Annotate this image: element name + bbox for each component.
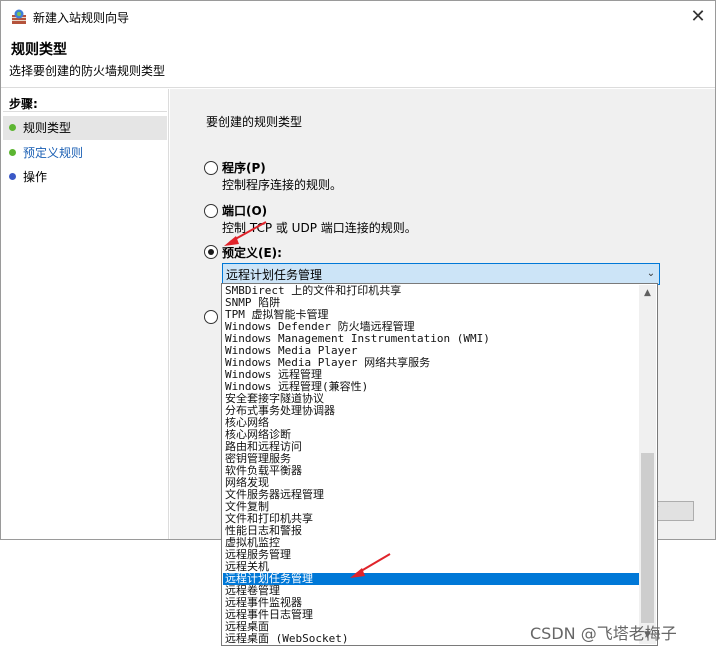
window-title: 新建入站规则向导 xyxy=(33,11,130,25)
dropdown-items: SMBDirect 上的文件和打印机共享 SNMP 陷阱 TPM 虚拟智能卡管理 Wi… xyxy=(223,285,639,644)
step-status-dot-icon xyxy=(9,149,16,156)
predefined-radio[interactable] xyxy=(204,245,218,259)
program-option-desc: 控制程序连接的规则。 xyxy=(222,178,343,192)
program-radio[interactable] xyxy=(204,161,218,175)
dropdown-option[interactable]: 远程关机 xyxy=(223,561,639,573)
step-label: 预定义规则 xyxy=(23,146,84,160)
scrollbar-thumb[interactable] xyxy=(641,453,654,623)
dropdown-option[interactable]: Windows 远程管理(兼容性) xyxy=(223,381,639,393)
annotation-arrow-icon xyxy=(224,221,267,246)
dropdown-option[interactable]: 软件负载平衡器 xyxy=(223,465,639,477)
page-subtitle: 选择要创建的防火墙规则类型 xyxy=(9,64,166,78)
dropdown-option[interactable]: TPM 虚拟智能卡管理 xyxy=(223,309,639,321)
port-radio[interactable] xyxy=(204,204,218,218)
chevron-down-icon[interactable]: ⌄ xyxy=(644,264,658,284)
dropdown-option[interactable]: 虚拟机监控 xyxy=(223,537,639,549)
program-option-label[interactable]: 程序(P) xyxy=(222,159,266,176)
dropdown-option[interactable]: Windows Defender 防火墙远程管理 xyxy=(223,321,639,333)
dropdown-option[interactable]: Windows 远程管理 xyxy=(223,369,639,381)
dropdown-option[interactable]: 分布式事务处理协调器 xyxy=(223,405,639,417)
dropdown-option[interactable]: 核心网络诊断 xyxy=(223,429,639,441)
dropdown-option[interactable]: 远程卷管理 xyxy=(223,585,639,597)
firewall-app-icon xyxy=(12,9,26,24)
dropdown-option[interactable]: 远程服务管理 xyxy=(223,549,639,561)
dropdown-option[interactable]: Windows Media Player 网络共享服务 xyxy=(223,357,639,369)
dropdown-option[interactable]: 路由和远程访问 xyxy=(223,441,639,453)
dropdown-option[interactable]: SNMP 陷阱 xyxy=(223,297,639,309)
watermark: CSDN @飞塔老梅子 xyxy=(530,624,677,643)
dropdown-option[interactable]: 性能日志和警报 xyxy=(223,525,639,537)
dropdown-option[interactable]: Windows Management Instrumentation (WMI) xyxy=(223,333,639,345)
dropdown-scrollbar[interactable]: ▲ ▼ xyxy=(639,285,656,644)
dropdown-option[interactable]: 文件服务器远程管理 xyxy=(223,489,639,501)
predefined-rules-dropdown[interactable]: SMBDirect 上的文件和打印机共享 SNMP 陷阱 TPM 虚拟智能卡管理 Wi… xyxy=(221,283,658,646)
dropdown-option[interactable]: 密钥管理服务 xyxy=(223,453,639,465)
steps-title: 步骤: xyxy=(9,97,38,111)
combobox-value: 远程计划任务管理 xyxy=(226,268,323,282)
dropdown-option[interactable]: 网络发现 xyxy=(223,477,639,489)
wizard-header: 规则类型 选择要创建的防火墙规则类型 xyxy=(1,33,715,88)
divider xyxy=(3,111,167,112)
dropdown-option[interactable]: 文件复制 xyxy=(223,501,639,513)
dropdown-option[interactable]: 远程计划任务管理 xyxy=(223,573,639,585)
dropdown-option[interactable]: 安全套接字隧道协议 xyxy=(223,393,639,405)
custom-radio[interactable] xyxy=(204,310,218,324)
close-button[interactable]: ✕ xyxy=(683,3,713,31)
step-status-dot-icon xyxy=(9,124,16,131)
scroll-up-icon[interactable]: ▲ xyxy=(639,285,656,302)
rule-type-prompt: 要创建的规则类型 xyxy=(206,115,303,129)
title-bar: 新建入站规则向导 ✕ xyxy=(1,1,715,33)
step-action[interactable]: 操作 xyxy=(3,165,167,189)
annotation-arrow-icon xyxy=(350,553,391,578)
dropdown-option[interactable]: SMBDirect 上的文件和打印机共享 xyxy=(223,285,639,297)
steps-sidebar: 步骤: 规则类型 预定义规则 操作 xyxy=(1,89,169,539)
page-title: 规则类型 xyxy=(11,42,67,58)
dropdown-option[interactable]: 文件和打印机共享 xyxy=(223,513,639,525)
step-label: 规则类型 xyxy=(23,121,72,135)
step-rule-type[interactable]: 规则类型 xyxy=(3,116,167,140)
dropdown-option[interactable]: 远程事件监视器 xyxy=(223,597,639,609)
predefined-rule-combobox[interactable]: 远程计划任务管理 ⌄ xyxy=(222,263,660,285)
dropdown-option[interactable]: Windows Media Player xyxy=(223,345,639,357)
dropdown-option[interactable]: 核心网络 xyxy=(223,417,639,429)
step-label: 操作 xyxy=(23,170,48,184)
step-status-dot-icon xyxy=(9,173,16,180)
port-option-label[interactable]: 端口(O) xyxy=(222,202,267,219)
step-predefined-rules[interactable]: 预定义规则 xyxy=(3,141,167,165)
